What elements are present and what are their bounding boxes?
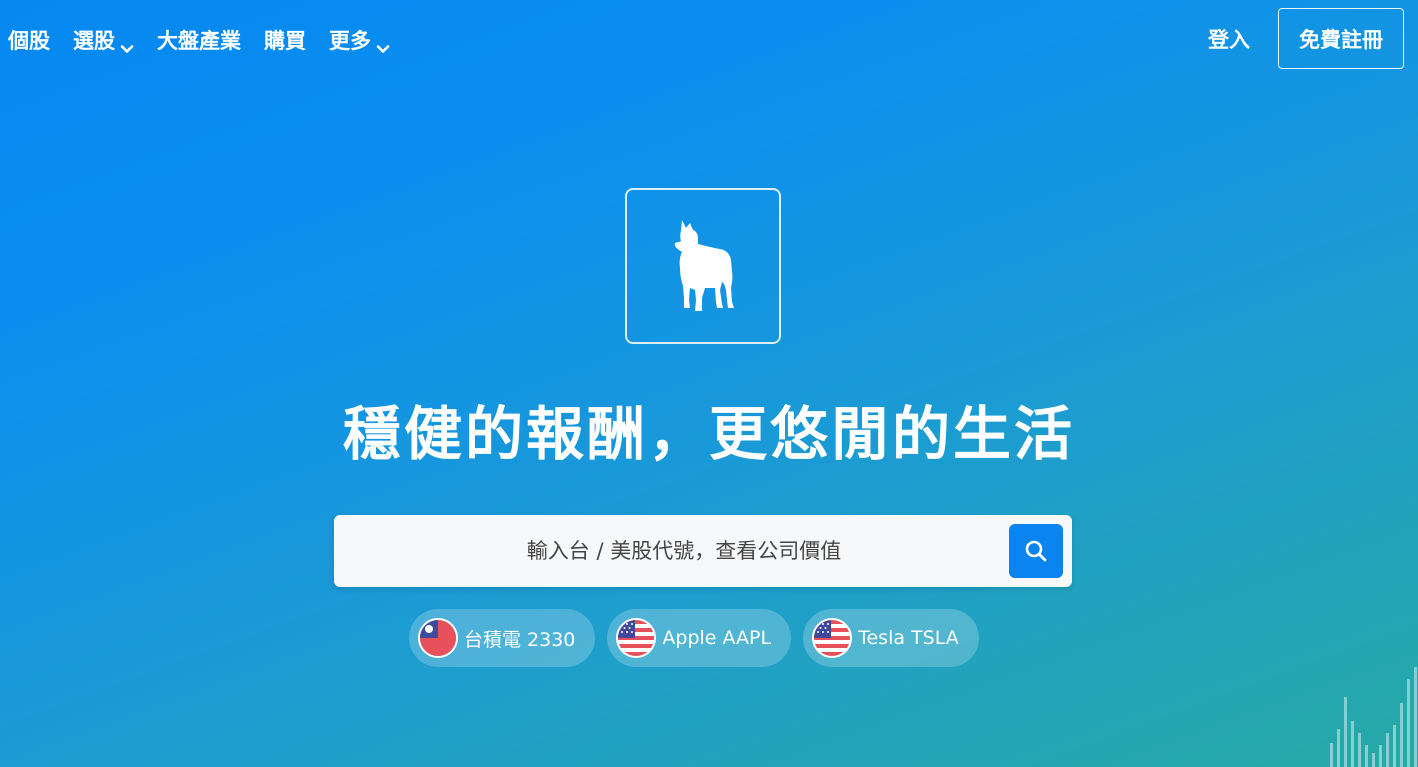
brand-logo [625,188,781,344]
nav-item-label: 更多 [329,29,371,53]
quick-links: 台積電 2330 Apple AAPL Tesla TSLA [409,609,991,667]
nav-left-group: 個股 選股 大盤產業 購買 更多 [8,26,413,56]
us-flag-icon [812,618,853,658]
login-link[interactable]: 登入 [1208,24,1250,54]
top-navigation: 個股 選股 大盤產業 購買 更多 登入 免費註冊 [0,0,1418,82]
quick-link-label: Apple AAPL [662,627,772,649]
nav-item-more[interactable]: 更多 [329,26,390,56]
quick-link-apple[interactable]: Apple AAPL [607,609,792,667]
search-icon [1025,540,1047,562]
nav-item-purchase[interactable]: 購買 [264,26,306,56]
nav-item-label: 購買 [264,29,306,53]
nav-item-market-industry[interactable]: 大盤產業 [157,26,241,56]
stock-search-bar [334,515,1072,587]
dog-icon [674,220,734,311]
nav-right-group: 登入 免費註冊 [1208,8,1404,69]
quick-link-label: 台積電 2330 [464,628,576,651]
decorative-bars [1330,667,1417,767]
signup-button[interactable]: 免費註冊 [1278,8,1404,69]
quick-link-tsmc[interactable]: 台積電 2330 [409,609,596,667]
nav-item-label: 選股 [73,29,115,53]
quick-link-label: Tesla TSLA [858,627,959,649]
nav-item-label: 個股 [8,29,50,53]
quick-link-tesla[interactable]: Tesla TSLA [803,609,979,667]
nav-item-label: 大盤產業 [157,29,241,53]
search-button[interactable] [1009,524,1063,578]
nav-item-screener[interactable]: 選股 [73,26,134,56]
taiwan-flag-icon [418,618,458,658]
search-input[interactable] [334,515,1006,587]
chevron-down-icon [376,34,390,53]
us-flag-icon [616,618,657,658]
chevron-down-icon [120,34,134,53]
signup-button-label: 免費註冊 [1299,27,1383,52]
hero-headline: 穩健的報酬，更悠閒的生活 [342,400,1075,468]
nav-item-stocks[interactable]: 個股 [8,26,50,56]
